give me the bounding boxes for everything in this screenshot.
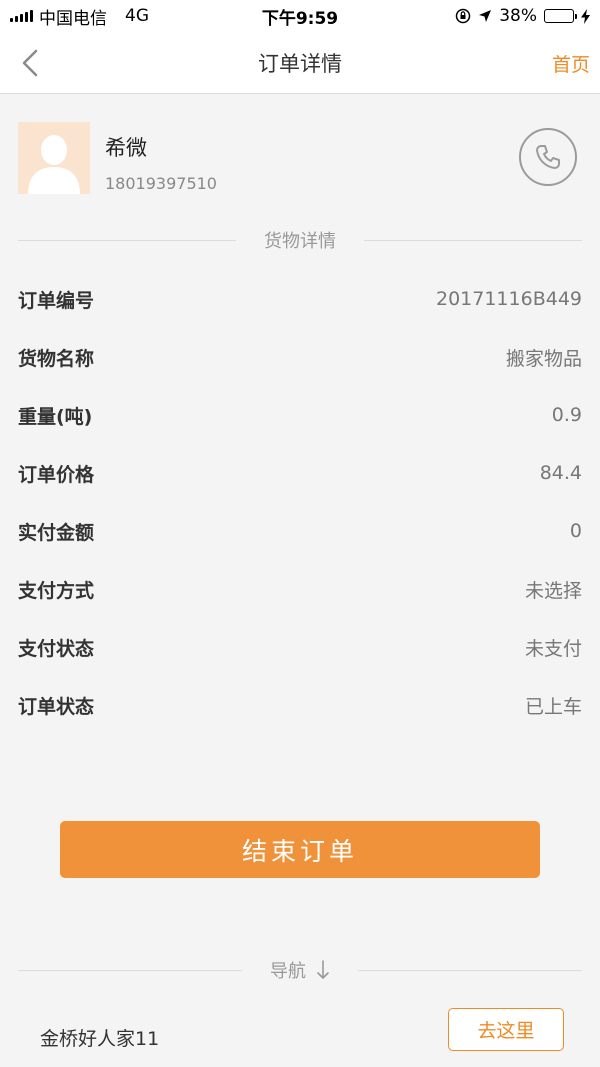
section-title: 货物详情 <box>264 231 336 252</box>
location-arrow-icon <box>479 10 492 22</box>
detail-label: 支付状态 <box>18 637 95 660</box>
page-title: 订单详情 <box>258 52 342 76</box>
detail-value: 0 <box>569 520 582 542</box>
detail-value: 搬家物品 <box>505 347 582 370</box>
detail-row-weight: 重量(吨) 0.9 <box>18 386 582 444</box>
status-left: 中国电信 4G <box>10 4 149 29</box>
lock-rotation-icon <box>455 8 471 24</box>
contact-card: 希微 18019397510 <box>0 94 600 214</box>
detail-value: 0.9 <box>551 404 582 426</box>
call-button[interactable] <box>519 128 577 186</box>
arrow-down-icon <box>317 960 329 979</box>
detail-row-order-price: 订单价格 84.4 <box>18 444 582 502</box>
nav-bar: 订单详情 首页 <box>0 32 600 94</box>
status-right: 38% <box>455 6 590 26</box>
detail-row-paid-amount: 实付金额 0 <box>18 502 582 560</box>
destination-name: 金桥好人家11 <box>40 1028 160 1050</box>
battery-icon <box>544 9 577 23</box>
detail-value: 未选择 <box>524 579 582 602</box>
contact-phone: 18019397510 <box>105 174 217 193</box>
go-here-button[interactable]: 去这里 <box>448 1008 564 1051</box>
detail-row-payment-status: 支付状态 未支付 <box>18 618 582 676</box>
status-bar: 中国电信 4G 下午9:59 38% <box>0 0 600 32</box>
detail-label: 重量(吨) <box>18 405 93 428</box>
battery-percent: 38% <box>499 6 537 26</box>
detail-value: 20171116B449 <box>435 288 582 310</box>
home-link[interactable]: 首页 <box>552 50 590 77</box>
order-details: 订单编号 20171116B449 货物名称 搬家物品 重量(吨) 0.9 订单… <box>18 270 582 734</box>
navigation-title-wrap: 导航 <box>242 957 358 983</box>
detail-row-order-number: 订单编号 20171116B449 <box>18 270 582 328</box>
contact-name: 希微 <box>105 136 147 160</box>
detail-value: 未支付 <box>524 637 582 660</box>
detail-label: 支付方式 <box>18 579 95 602</box>
signal-icon <box>10 10 33 22</box>
charging-icon <box>581 8 590 24</box>
detail-value: 84.4 <box>539 462 582 484</box>
detail-label: 实付金额 <box>18 521 95 544</box>
detail-label: 货物名称 <box>18 347 95 370</box>
detail-row-goods-name: 货物名称 搬家物品 <box>18 328 582 386</box>
end-order-button[interactable]: 结束订单 <box>60 821 540 878</box>
detail-label: 订单编号 <box>18 289 95 312</box>
network-type: 4G <box>125 6 149 26</box>
detail-row-order-status: 订单状态 已上车 <box>18 676 582 734</box>
navigation-title: 导航 <box>270 961 306 982</box>
user-avatar-icon <box>18 122 90 194</box>
phone-icon <box>536 145 560 169</box>
avatar <box>18 122 90 194</box>
carrier-name: 中国电信 <box>39 8 107 29</box>
section-divider: 货物详情 <box>18 228 582 252</box>
detail-value: 已上车 <box>524 695 582 718</box>
navigation-divider: 导航 <box>18 958 582 982</box>
detail-row-payment-method: 支付方式 未选择 <box>18 560 582 618</box>
detail-label: 订单状态 <box>18 695 95 718</box>
detail-label: 订单价格 <box>18 463 95 486</box>
